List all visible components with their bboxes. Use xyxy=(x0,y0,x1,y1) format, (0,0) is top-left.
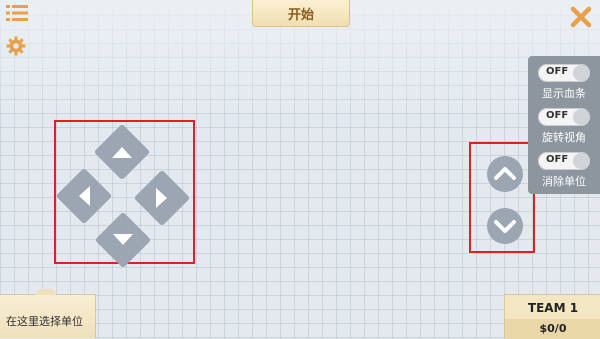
camera-down-button[interactable] xyxy=(487,208,523,244)
arrow-right-icon xyxy=(142,178,182,218)
toggle-remove-units-label: 消除单位 xyxy=(542,175,586,188)
dpad-right-button[interactable] xyxy=(133,169,191,227)
gear-icon[interactable] xyxy=(6,36,26,56)
close-x-icon[interactable] xyxy=(570,6,592,28)
chevron-up-icon xyxy=(494,167,516,180)
toggle-rotate-view-label: 旋转视角 xyxy=(542,131,586,144)
start-button[interactable]: 开始 xyxy=(252,0,350,27)
toggle-rotate-view[interactable]: OFF xyxy=(538,108,590,126)
unit-select-button[interactable]: 在这里选择单位 xyxy=(0,289,96,338)
chevron-down-icon xyxy=(494,220,516,233)
toggle-show-health-label: 显示血条 xyxy=(542,87,586,100)
camera-up-button[interactable] xyxy=(487,156,523,192)
arrow-left-icon xyxy=(64,176,104,216)
dpad-left-button[interactable] xyxy=(55,167,113,225)
toggle-show-health[interactable]: OFF xyxy=(538,64,590,82)
team-name: TEAM 1 xyxy=(527,301,579,315)
dpad-up-button[interactable] xyxy=(93,123,151,181)
team-money: $0/0 xyxy=(505,319,600,339)
arrow-up-icon xyxy=(102,132,142,172)
menu-list-icon[interactable] xyxy=(6,4,28,22)
arrow-down-icon xyxy=(103,220,143,260)
settings-toggle-panel: OFF 显示血条 OFF 旋转视角 OFF 消除单位 xyxy=(528,56,600,194)
unit-select-label: 在这里选择单位 xyxy=(6,315,83,328)
start-button-label: 开始 xyxy=(287,7,314,23)
dpad-down-button[interactable] xyxy=(94,211,152,269)
toggle-remove-units[interactable]: OFF xyxy=(538,152,590,170)
team-panel[interactable]: TEAM 1 $0/0 xyxy=(504,294,600,339)
